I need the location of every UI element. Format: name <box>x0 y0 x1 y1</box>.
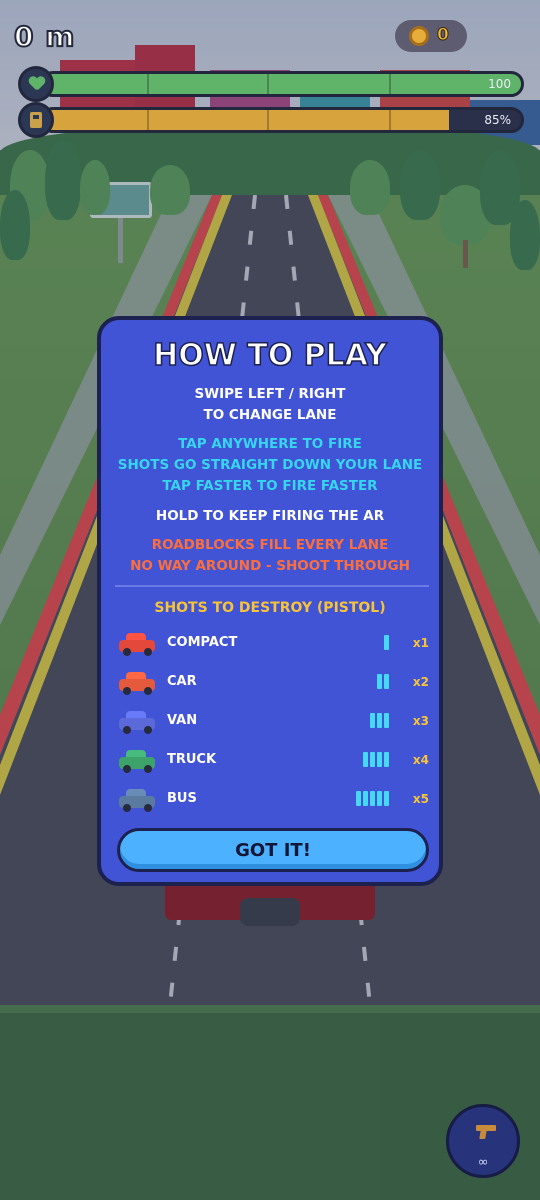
health-bar-fill <box>43 74 521 94</box>
shot-pip <box>370 713 375 728</box>
vehicle-name: BUS <box>167 791 197 806</box>
coin-count: 0 <box>437 25 450 46</box>
compact-car-icon <box>117 630 157 656</box>
shot-multiplier: x2 <box>412 675 429 689</box>
shot-pips <box>370 713 389 729</box>
instruction-fire-1: TAP ANYWHERE TO FIRE <box>178 436 362 452</box>
fuel-pump-icon <box>30 112 42 128</box>
instruction-swipe-2: TO CHANGE LANE <box>203 407 337 423</box>
instruction-fire-2: SHOTS GO STRAIGHT DOWN YOUR LANE <box>117 457 423 473</box>
fuel-bar: 85% <box>18 102 524 138</box>
coin-counter: 0 <box>395 20 467 52</box>
got-it-button[interactable]: GOT IT! <box>117 828 429 872</box>
shot-multiplier: x5 <box>412 792 429 806</box>
vehicle-name: VAN <box>167 713 198 728</box>
shot-pip <box>377 791 382 806</box>
shot-pip <box>377 674 382 689</box>
health-bar: 100 <box>18 66 524 102</box>
health-value: 100 <box>488 77 511 91</box>
shot-pips <box>384 635 389 651</box>
shot-pips <box>356 791 389 807</box>
car-icon <box>117 669 157 695</box>
instruction-hold: HOLD TO KEEP FIRING THE AR <box>155 508 385 524</box>
coin-icon <box>409 26 429 46</box>
weapon-button[interactable]: ∞ <box>446 1104 520 1178</box>
shot-pip <box>370 752 375 767</box>
shot-pip <box>384 635 389 650</box>
shot-pip <box>370 791 375 806</box>
vehicle-name: CAR <box>167 674 197 689</box>
instruction-fire-3: TAP FASTER TO FIRE FASTER <box>162 478 378 494</box>
vehicle-row: COMPACT x1 <box>117 626 429 660</box>
shot-pip <box>356 791 361 806</box>
vehicle-row: VAN x3 <box>117 704 429 738</box>
heart-icon <box>29 77 45 91</box>
instruction-swipe-1: SWIPE LEFT / RIGHT <box>194 386 346 402</box>
shot-pips <box>363 752 389 768</box>
health-icon-badge <box>18 66 54 102</box>
divider <box>115 585 429 587</box>
vehicle-row: TRUCK x4 <box>117 743 429 777</box>
shot-pip <box>384 791 389 806</box>
fuel-icon-badge <box>18 102 54 138</box>
truck-icon <box>117 747 157 773</box>
shot-pip <box>363 752 368 767</box>
shot-pip <box>377 752 382 767</box>
shot-pip <box>363 791 368 806</box>
shot-multiplier: x3 <box>412 714 429 728</box>
how-to-play-dialog: HOW TO PLAY SWIPE LEFT / RIGHT TO CHANGE… <box>97 316 443 886</box>
shot-multiplier: x4 <box>412 753 429 767</box>
instruction-roadblock-2: NO WAY AROUND - SHOOT THROUGH <box>130 558 410 574</box>
shot-multiplier: x1 <box>412 636 429 650</box>
pistol-icon <box>476 1125 496 1139</box>
shot-pips <box>377 674 389 690</box>
vehicle-name: TRUCK <box>167 752 217 767</box>
bus-icon <box>117 786 157 812</box>
distance-counter: 0 m <box>13 19 76 54</box>
vehicle-name: COMPACT <box>167 635 238 650</box>
instruction-roadblock-1: ROADBLOCKS FILL EVERY LANE <box>151 537 389 553</box>
shot-pip <box>384 674 389 689</box>
vehicle-row: BUS x5 <box>117 782 429 816</box>
shot-pip <box>384 752 389 767</box>
fuel-bar-track: 85% <box>40 107 524 133</box>
fuel-value: 85% <box>484 113 511 127</box>
ammo-count: ∞ <box>477 1155 489 1170</box>
shots-section-title: SHOTS TO DESTROY (PISTOL) <box>154 600 386 616</box>
van-icon <box>117 708 157 734</box>
dialog-title: HOW TO PLAY <box>152 337 387 374</box>
vehicle-row: CAR x2 <box>117 665 429 699</box>
shot-pip <box>377 713 382 728</box>
health-bar-track: 100 <box>40 71 524 97</box>
shot-pip <box>384 713 389 728</box>
